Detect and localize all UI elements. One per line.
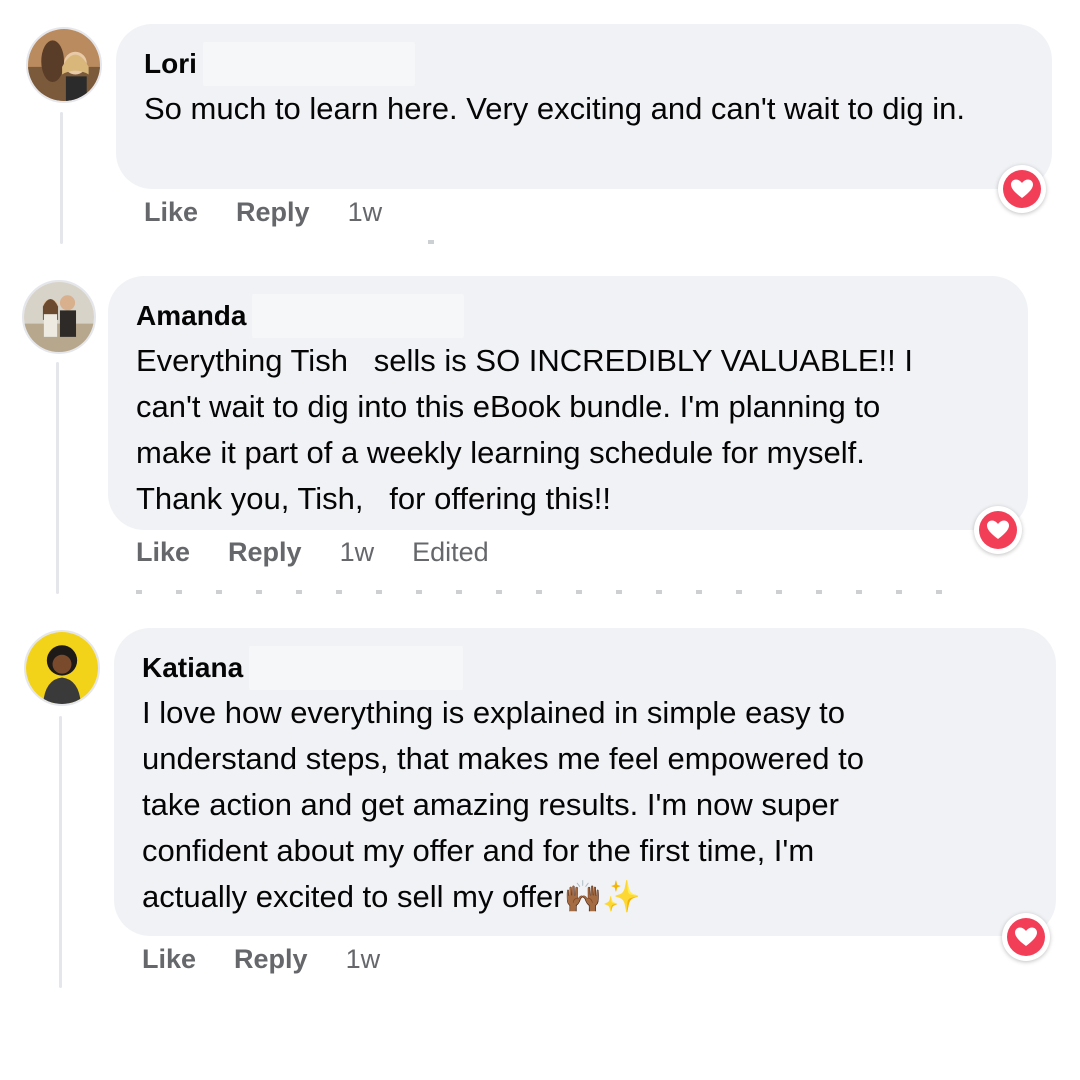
redacted-name (252, 294, 465, 338)
comment-text-line: Everything Tish sells is SO INCREDIBLY V… (136, 343, 913, 378)
collapsed-text-fragment (136, 590, 946, 594)
timestamp[interactable]: 1w (340, 537, 375, 568)
reaction-badge[interactable] (974, 506, 1022, 554)
comment-text: So much to learn here. Very exciting and… (144, 91, 965, 126)
comment-actions: Like Reply 1w (142, 942, 418, 976)
comment-bubble: Lori So much to learn here. Very excitin… (116, 24, 1052, 189)
emoji: 🙌🏾✨ (563, 879, 641, 915)
reply-button[interactable]: Reply (234, 944, 308, 975)
like-button[interactable]: Like (136, 537, 190, 568)
comment-text-line: Thank you, Tish, for offering this!! (136, 481, 611, 516)
redacted-name (249, 646, 464, 690)
comment-text-line: understand steps, that makes me feel emp… (142, 741, 865, 776)
comment-text: I love how everything is explained in si… (142, 690, 1028, 920)
comment-text-line: can't wait to dig into this eBook bundle… (136, 389, 881, 424)
comment-text: Everything Tish sells is SO INCREDIBLY V… (136, 338, 1000, 522)
thread-line (59, 716, 62, 988)
comment-text-line: make it part of a weekly learning schedu… (136, 435, 865, 470)
comment-author[interactable]: Amanda (136, 298, 246, 334)
like-button[interactable]: Like (142, 944, 196, 975)
comment-actions: Like Reply 1w Edited (136, 535, 527, 569)
edited-label: Edited (412, 536, 489, 567)
comment-text-line: I love how everything is explained in si… (142, 695, 846, 730)
comment-bubble: Katiana I love how everything is explain… (114, 628, 1056, 936)
comment-text-line: take action and get amazing results. I'm… (142, 787, 839, 822)
comment-bubble: Amanda Everything Tish sells is SO INCRE… (108, 276, 1028, 530)
like-button[interactable]: Like (144, 197, 198, 228)
reaction-badge[interactable] (998, 165, 1046, 213)
comment-text-line: confident about my offer and for the fir… (142, 833, 815, 868)
timestamp[interactable]: 1w (348, 197, 383, 228)
redacted-name (202, 42, 415, 86)
reply-button[interactable]: Reply (228, 537, 302, 568)
thread-line (60, 112, 63, 244)
avatar[interactable] (22, 280, 96, 354)
reply-button[interactable]: Reply (236, 197, 310, 228)
love-icon (1007, 918, 1045, 956)
collapsed-text-fragment (428, 240, 468, 244)
comment-text-line-with-emoji: actually excited to sell my offer🙌🏾✨ (142, 874, 1028, 920)
thread-line (56, 362, 59, 594)
love-icon (979, 511, 1017, 549)
comment-author[interactable]: Katiana (142, 650, 243, 686)
reaction-badge[interactable] (1002, 913, 1050, 961)
avatar[interactable] (26, 27, 102, 103)
comment-text-line: actually excited to sell my offer (142, 879, 564, 914)
avatar[interactable] (24, 630, 100, 706)
love-icon (1003, 170, 1041, 208)
timestamp[interactable]: 1w (346, 944, 381, 975)
comment-actions: Like Reply 1w (144, 195, 420, 229)
comment-author[interactable]: Lori (144, 46, 197, 82)
